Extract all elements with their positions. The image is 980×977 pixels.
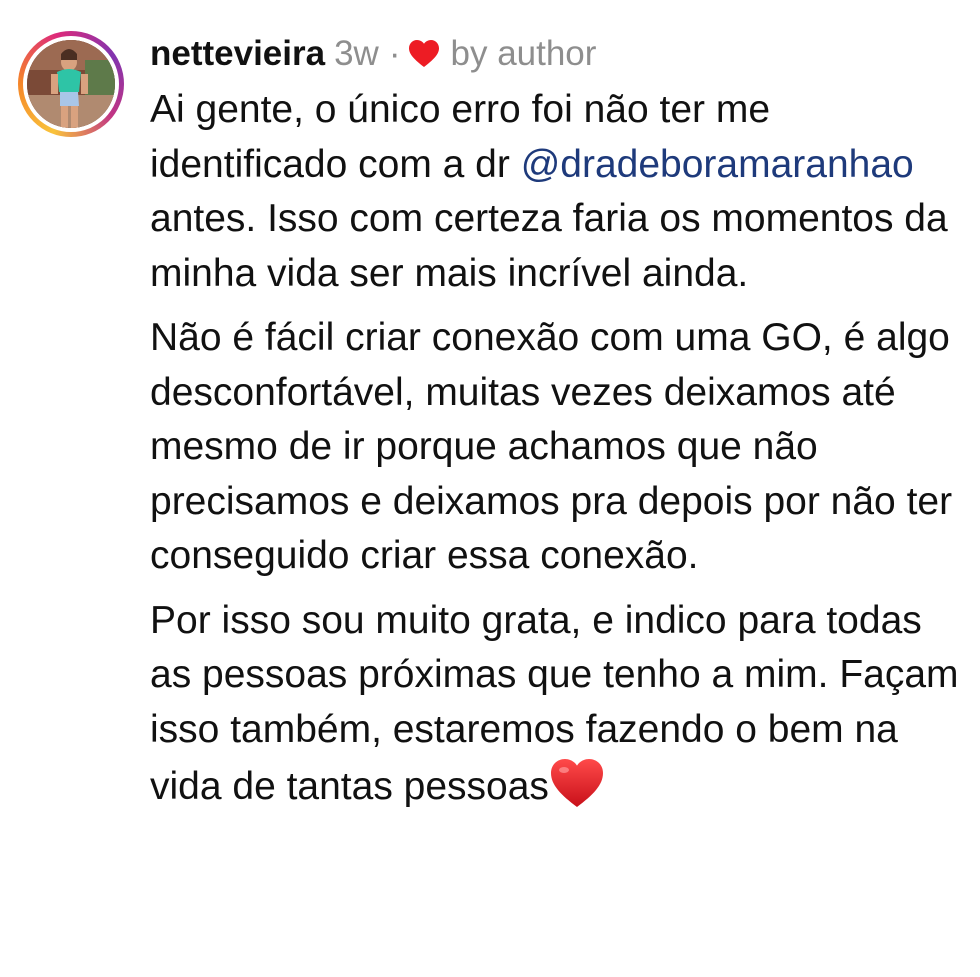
liked-by-author-label: by author — [450, 34, 597, 73]
username-link[interactable]: nettevieira — [150, 34, 325, 74]
separator-dot: · — [388, 34, 401, 73]
comment-timestamp[interactable]: 3w — [334, 34, 379, 74]
comment: nettevieira 3w · by author Ai gente, o ú… — [0, 0, 980, 977]
avatar[interactable] — [27, 40, 115, 128]
liked-heart-icon — [408, 40, 439, 68]
profile-photo-icon — [27, 40, 115, 128]
comment-paragraph-2: Não é fácil criar conexão com uma GO, é … — [150, 316, 953, 577]
comment-paragraph-3: Por isso sou muito grata, e indico para … — [150, 594, 965, 815]
avatar-ring-gap — [23, 36, 119, 132]
paragraph-1-after: antes. Isso com certeza faria os momento… — [150, 197, 948, 295]
red-heart-icon — [549, 757, 605, 809]
mention-link[interactable]: @dradeboramaranhao — [521, 143, 914, 186]
comment-body: Ai gente, o único erro foi não ter me id… — [150, 83, 965, 815]
comment-paragraph-1: Ai gente, o único erro foi não ter me id… — [150, 83, 965, 301]
avatar-story-ring[interactable] — [18, 31, 124, 137]
comment-header: nettevieira 3w · by author — [150, 28, 596, 80]
